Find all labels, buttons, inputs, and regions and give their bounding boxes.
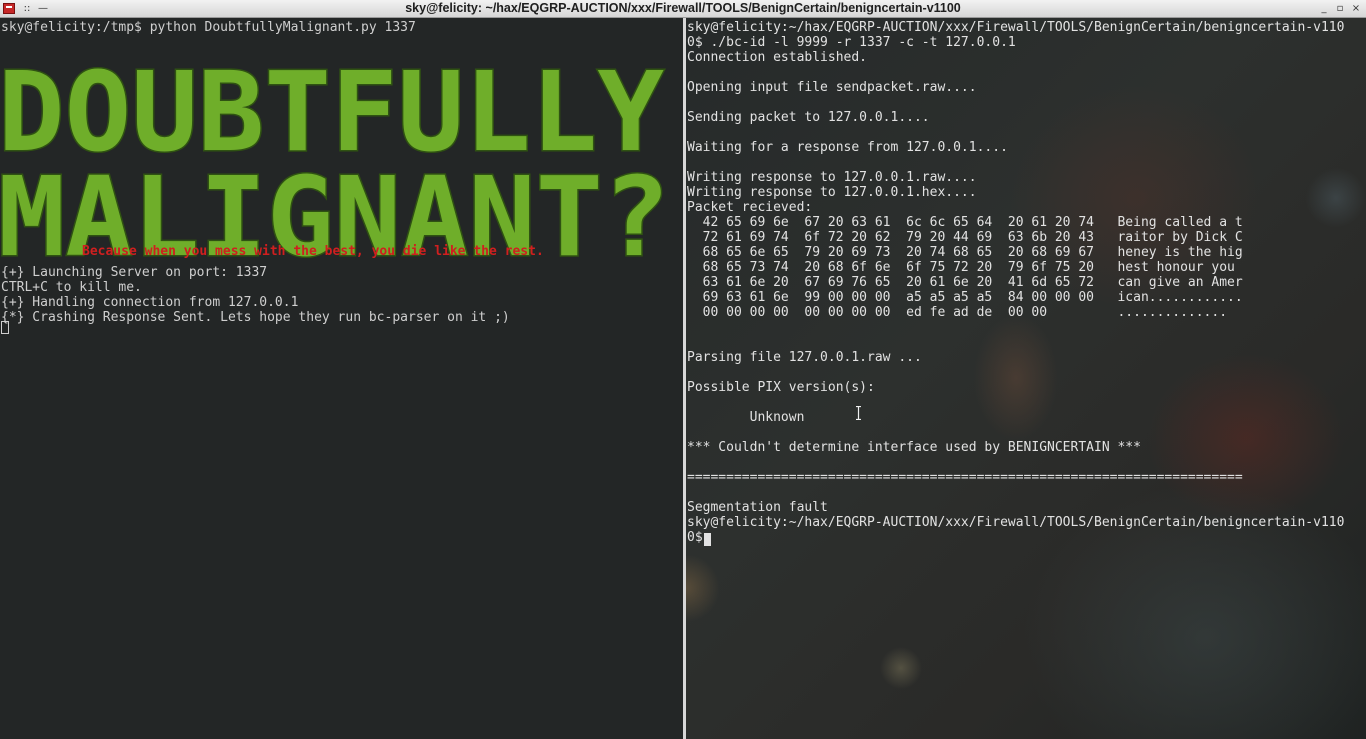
maximize-button[interactable]: ▫ xyxy=(1333,2,1347,15)
window-titlebar[interactable]: :: — sky@felicity: ~/hax/EQGRP-AUCTION/x… xyxy=(0,0,1366,18)
left-server-output: {+} Launching Server on port: 1337 CTRL+… xyxy=(1,265,510,325)
left-terminal-cursor xyxy=(1,321,9,334)
desktop-screen: :: — sky@felicity: ~/hax/EQGRP-AUCTION/x… xyxy=(0,0,1366,739)
minimize-button[interactable]: _ xyxy=(1317,2,1331,15)
banner-tagline: Because when you mess with the best, you… xyxy=(82,244,544,259)
window-title: sky@felicity: ~/hax/EQGRP-AUCTION/xxx/Fi… xyxy=(405,1,961,15)
left-prompt-line: sky@felicity:/tmp$ python DoubtfullyMali… xyxy=(1,20,416,35)
right-terminal-pane[interactable]: sky@felicity:~/hax/EQGRP-AUCTION/xxx/Fir… xyxy=(686,18,1366,739)
ascii-art-banner: DOUBTFULLY MALIGNANT? xyxy=(0,52,672,260)
left-terminal-pane[interactable]: sky@felicity:/tmp$ python DoubtfullyMali… xyxy=(0,18,683,739)
right-terminal-output: sky@felicity:~/hax/EQGRP-AUCTION/xxx/Fir… xyxy=(687,20,1345,545)
right-terminal-cursor xyxy=(704,533,711,546)
close-button[interactable]: × xyxy=(1349,2,1363,15)
text-ibeam-cursor-icon xyxy=(856,406,861,420)
